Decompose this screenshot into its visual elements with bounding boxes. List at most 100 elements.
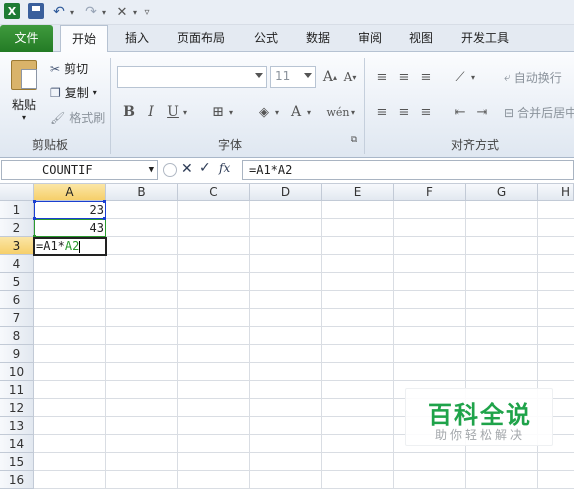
row-header[interactable]: 14 — [0, 435, 34, 453]
border-icon[interactable]: ⊞ — [208, 102, 228, 122]
fill-color-dropdown-icon[interactable]: ▾ — [272, 102, 282, 122]
tab-file[interactable]: 文件 — [0, 25, 53, 52]
name-box[interactable]: COUNTIF ▼ — [1, 160, 158, 180]
save-icon[interactable] — [28, 3, 44, 19]
align-center-icon[interactable]: ≡ — [394, 102, 414, 122]
watermark: 百科全说 助你轻松解决 — [405, 388, 553, 446]
column-header-e[interactable]: E — [322, 184, 394, 201]
font-color-icon[interactable]: A — [286, 102, 306, 122]
phonetic-icon[interactable]: wén — [327, 102, 350, 122]
underline-dropdown-icon[interactable]: ▾ — [180, 102, 190, 122]
chevron-down-icon — [304, 73, 312, 78]
decrease-indent-icon[interactable]: ⇤ — [450, 102, 470, 122]
row-header[interactable]: 15 — [0, 453, 34, 471]
copy-button[interactable]: ❐ 复制 ▾ — [50, 84, 97, 101]
paste-button[interactable]: 粘贴 ▾ — [6, 58, 42, 134]
increase-indent-icon[interactable]: ⇥ — [472, 102, 492, 122]
cancel-formula-icon[interactable]: ✕ — [181, 161, 193, 177]
format-painter-button[interactable]: 🖌 格式刷 — [50, 109, 105, 126]
row-header[interactable]: 10 — [0, 363, 34, 381]
orientation-dropdown-icon[interactable]: ▾ — [468, 67, 478, 87]
italic-button[interactable]: I — [141, 102, 161, 122]
formula-text: =A1* — [36, 239, 65, 253]
font-name-combo[interactable] — [117, 66, 267, 88]
row-header[interactable]: 3 — [0, 237, 34, 255]
qat-customize-dropdown-icon[interactable]: ▿ — [142, 3, 152, 21]
cell-a1[interactable]: 23 — [34, 201, 104, 219]
column-header-g[interactable]: G — [466, 184, 538, 201]
tab-data[interactable]: 数据 — [296, 25, 340, 52]
row-header[interactable]: 13 — [0, 417, 34, 435]
formula-input[interactable]: =A1*A2 — [242, 160, 574, 180]
row-header[interactable]: 7 — [0, 309, 34, 327]
align-middle-icon[interactable]: ≡ — [394, 67, 414, 87]
row-header[interactable]: 11 — [0, 381, 34, 399]
clipboard-group-label: 剪贴板 — [31, 138, 68, 152]
shrink-font-button[interactable]: A ▾ — [340, 67, 360, 87]
phonetic-dropdown-icon[interactable]: ▾ — [348, 102, 358, 122]
cell-a3-editing[interactable]: =A1*A2 — [33, 237, 107, 256]
wrap-text-button[interactable]: ⤶ 自动换行 — [504, 69, 562, 86]
quick-access-toolbar: X ↶ ▾ ↷ ▾ ✕ ▾ ▿ — [0, 0, 574, 25]
row-header[interactable]: 2 — [0, 219, 34, 237]
cut-button[interactable]: ✂ 剪切 — [50, 60, 88, 77]
brush-icon: 🖌 — [50, 110, 66, 125]
column-header-f[interactable]: F — [394, 184, 466, 201]
row-header[interactable]: 16 — [0, 471, 34, 489]
align-left-icon[interactable]: ≡ — [372, 102, 392, 122]
undo-icon[interactable]: ↶ — [50, 3, 68, 21]
copy-icon: ❐ — [50, 85, 61, 100]
enter-formula-icon[interactable]: ✓ — [199, 160, 211, 176]
border-dropdown-icon[interactable]: ▾ — [226, 102, 236, 122]
watermark-logo: 百科全说 — [428, 401, 532, 429]
tab-page-layout[interactable]: 页面布局 — [168, 25, 234, 52]
cell-a2[interactable]: 43 — [34, 219, 104, 237]
orientation-icon[interactable]: ⟋ — [450, 67, 470, 87]
ribbon: 粘贴 ▾ ✂ 剪切 ❐ 复制 ▾ 🖌 格式刷 剪贴板 11 A ▴ A ▾ B I … — [0, 52, 574, 158]
formula-bar: COUNTIF ▼ ✕ ✓ fx =A1*A2 — [0, 158, 574, 184]
row-header[interactable]: 12 — [0, 399, 34, 417]
column-header-b[interactable]: B — [106, 184, 178, 201]
redo-dropdown-icon[interactable]: ▾ — [100, 3, 108, 21]
align-right-icon[interactable]: ≡ — [416, 102, 436, 122]
column-header-h[interactable]: H — [538, 184, 574, 201]
column-header-c[interactable]: C — [178, 184, 250, 201]
tab-review[interactable]: 审阅 — [348, 25, 392, 52]
excel-logo-icon[interactable]: X — [4, 3, 20, 19]
align-top-icon[interactable]: ≡ — [372, 67, 392, 87]
tab-insert[interactable]: 插入 — [113, 25, 161, 52]
row-header[interactable]: 5 — [0, 273, 34, 291]
bold-button[interactable]: B — [119, 102, 139, 122]
qat-more-icon[interactable]: ▾ — [131, 3, 139, 21]
tab-view[interactable]: 视图 — [399, 25, 443, 52]
tab-home[interactable]: 开始 — [60, 25, 108, 53]
row-header[interactable]: 4 — [0, 255, 34, 273]
row-header[interactable]: 9 — [0, 345, 34, 363]
grow-font-button[interactable]: A ▴ — [320, 67, 340, 87]
font-color-dropdown-icon[interactable]: ▾ — [304, 102, 314, 122]
redo-icon[interactable]: ↷ — [82, 3, 100, 21]
font-size-combo[interactable]: 11 — [270, 66, 316, 88]
merge-center-button[interactable]: ⊟ 合并后居中 — [504, 104, 574, 121]
ribbon-tabs: 文件 开始 插入 页面布局 公式 数据 审阅 视图 开发工具 — [0, 25, 574, 53]
align-bottom-icon[interactable]: ≡ — [416, 67, 436, 87]
wrap-text-icon: ⤶ — [504, 70, 511, 84]
customize-icon[interactable]: ✕ — [113, 3, 131, 21]
formula-bar-grip-icon — [163, 163, 177, 177]
group-divider — [364, 58, 365, 154]
undo-dropdown-icon[interactable]: ▾ — [68, 3, 76, 21]
insert-function-icon[interactable]: fx — [219, 161, 230, 175]
tab-formulas[interactable]: 公式 — [244, 25, 288, 52]
fill-color-icon[interactable]: ◈ — [254, 102, 274, 122]
tab-developer[interactable]: 开发工具 — [452, 25, 518, 52]
row-header[interactable]: 1 — [0, 201, 34, 219]
watermark-subtitle: 助你轻松解决 — [434, 428, 525, 442]
font-dialog-launcher-icon[interactable]: ⧉ — [348, 134, 360, 146]
paste-icon — [11, 60, 37, 90]
column-header-a[interactable]: A — [34, 184, 106, 201]
chevron-down-icon[interactable]: ▼ — [149, 161, 154, 179]
column-header-d[interactable]: D — [250, 184, 322, 201]
select-all-corner[interactable] — [0, 184, 34, 201]
row-header[interactable]: 8 — [0, 327, 34, 345]
row-header[interactable]: 6 — [0, 291, 34, 309]
